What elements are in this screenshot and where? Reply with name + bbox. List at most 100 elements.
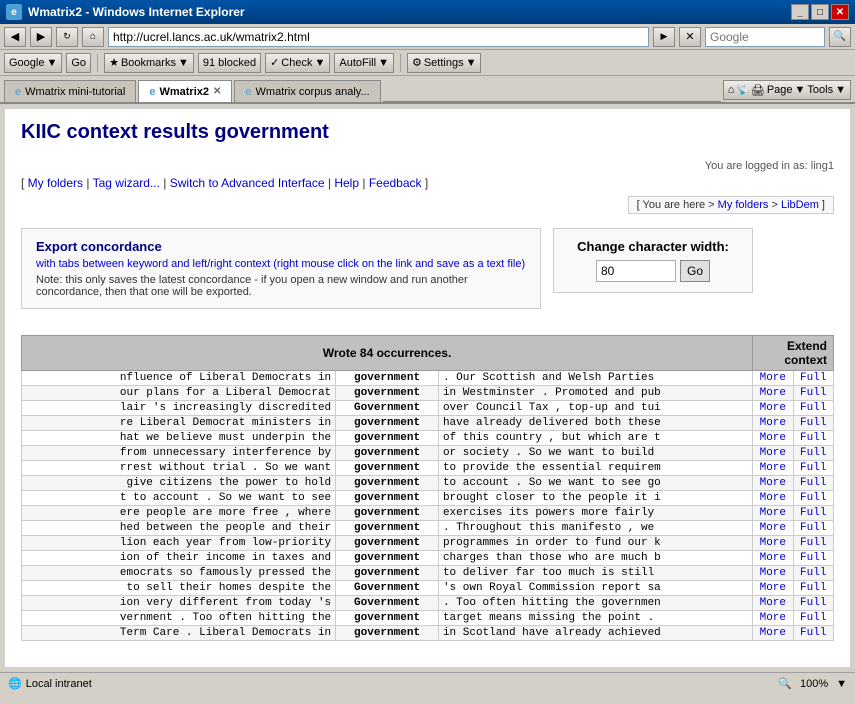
minimize-button[interactable]: _ (791, 4, 809, 20)
forward-button[interactable]: ▶ (30, 27, 52, 47)
row-keyword-3: government (336, 416, 439, 431)
window-controls: _ □ ✕ (791, 4, 849, 20)
autofill-dropdown-icon: ▼ (378, 57, 389, 69)
tools-dropdown: ▼ (835, 84, 846, 96)
feedback-link[interactable]: Feedback (369, 176, 422, 190)
settings-button[interactable]: ⚙ Settings ▼ (407, 53, 482, 73)
row-more-10[interactable]: More (753, 521, 793, 536)
row-left-12: ion of their income in taxes and (22, 551, 336, 566)
row-full-15[interactable]: Full (793, 596, 833, 611)
row-keyword-6: government (336, 461, 439, 476)
row-more-12[interactable]: More (753, 551, 793, 566)
table-row: lair 's increasingly discredited Governm… (22, 401, 834, 416)
status-right: 🔍 100% ▼ (778, 677, 847, 690)
row-right-3: have already delivered both these (438, 416, 752, 431)
page-tools[interactable]: ⌂ 📡 🖨 Page ▼ Tools ▼ (723, 80, 851, 100)
char-width-input[interactable] (596, 260, 676, 282)
go-button[interactable]: ▶ (653, 27, 675, 47)
row-full-2[interactable]: Full (793, 401, 833, 416)
help-link[interactable]: Help (334, 176, 359, 190)
row-more-2[interactable]: More (753, 401, 793, 416)
char-width-input-group: Go (568, 260, 738, 282)
extend-header: Extend context (753, 336, 834, 371)
my-folders-link[interactable]: My folders (28, 176, 83, 190)
autofill-button[interactable]: AutoFill ▼ (334, 53, 394, 73)
row-right-8: brought closer to the people it i (438, 491, 752, 506)
row-full-4[interactable]: Full (793, 431, 833, 446)
tab-2[interactable]: e Wmatrix corpus analy... (234, 80, 380, 102)
breadcrumb-separator: > (771, 199, 777, 211)
row-more-16[interactable]: More (753, 611, 793, 626)
row-more-7[interactable]: More (753, 476, 793, 491)
export-link[interactable]: with tabs between keyword and left/right… (36, 258, 525, 270)
row-full-9[interactable]: Full (793, 506, 833, 521)
row-full-5[interactable]: Full (793, 446, 833, 461)
row-more-15[interactable]: More (753, 596, 793, 611)
google-toolbar[interactable]: Google ▼ (4, 53, 62, 73)
tab-1[interactable]: e Wmatrix2 ✕ (138, 80, 232, 102)
row-full-10[interactable]: Full (793, 521, 833, 536)
char-width-go-button[interactable]: Go (680, 260, 710, 282)
maximize-button[interactable]: □ (811, 4, 829, 20)
refresh-stop-button[interactable]: ✕ (679, 27, 701, 47)
row-more-8[interactable]: More (753, 491, 793, 506)
tab-0[interactable]: e Wmatrix mini-tutorial (4, 80, 136, 102)
breadcrumb-folders-link[interactable]: My folders (718, 199, 769, 211)
row-keyword-13: government (336, 566, 439, 581)
bookmarks-button[interactable]: ★ Bookmarks ▼ (104, 53, 194, 73)
switch-interface-link[interactable]: Switch to Advanced Interface (170, 176, 325, 190)
export-section: Export concordance with tabs between key… (21, 228, 541, 309)
row-keyword-9: government (336, 506, 439, 521)
tab-close-1[interactable]: ✕ (213, 86, 221, 97)
row-more-3[interactable]: More (753, 416, 793, 431)
row-more-17[interactable]: More (753, 626, 793, 641)
row-right-5: or society . So we want to build (438, 446, 752, 461)
row-more-13[interactable]: More (753, 566, 793, 581)
page-label: Page (767, 84, 793, 96)
row-more-6[interactable]: More (753, 461, 793, 476)
row-more-11[interactable]: More (753, 536, 793, 551)
check-button[interactable]: ✓ Check ▼ (265, 53, 330, 73)
refresh-button[interactable]: ↻ (56, 27, 78, 47)
row-keyword-12: government (336, 551, 439, 566)
row-full-16[interactable]: Full (793, 611, 833, 626)
row-full-6[interactable]: Full (793, 461, 833, 476)
tag-wizard-link[interactable]: Tag wizard... (93, 176, 160, 190)
table-row: t to account . So we want to see governm… (22, 491, 834, 506)
search-go-button[interactable]: 🔍 (829, 27, 851, 47)
row-full-8[interactable]: Full (793, 491, 833, 506)
row-full-13[interactable]: Full (793, 566, 833, 581)
close-button[interactable]: ✕ (831, 4, 849, 20)
row-full-11[interactable]: Full (793, 536, 833, 551)
row-left-0: nfluence of Liberal Democrats in (22, 371, 336, 386)
row-full-14[interactable]: Full (793, 581, 833, 596)
row-full-17[interactable]: Full (793, 626, 833, 641)
tab-spacer (383, 101, 721, 102)
row-more-9[interactable]: More (753, 506, 793, 521)
row-full-7[interactable]: Full (793, 476, 833, 491)
zoom-icon: 🔍 (778, 677, 792, 690)
row-keyword-17: government (336, 626, 439, 641)
row-right-1: in Westminster . Promoted and pub (438, 386, 752, 401)
blocked-button[interactable]: 91 blocked (198, 53, 261, 73)
row-more-1[interactable]: More (753, 386, 793, 401)
check-dropdown-icon: ▼ (314, 57, 325, 69)
home-button[interactable]: ⌂ (82, 27, 104, 47)
breadcrumb-label: You are here > (643, 199, 715, 211)
row-full-3[interactable]: Full (793, 416, 833, 431)
go-toolbar-button[interactable]: Go (66, 53, 91, 73)
row-more-4[interactable]: More (753, 431, 793, 446)
row-more-5[interactable]: More (753, 446, 793, 461)
row-more-14[interactable]: More (753, 581, 793, 596)
search-input[interactable] (710, 30, 820, 44)
row-full-12[interactable]: Full (793, 551, 833, 566)
row-full-0[interactable]: Full (793, 371, 833, 386)
breadcrumb-libdem-link[interactable]: LibDem (781, 199, 819, 211)
row-more-0[interactable]: More (753, 371, 793, 386)
row-full-1[interactable]: Full (793, 386, 833, 401)
globe-icon: 🌐 (8, 677, 22, 690)
row-right-10: . Throughout this manifesto , we (438, 521, 752, 536)
tab-label-2: Wmatrix corpus analy... (256, 86, 370, 98)
back-button[interactable]: ◀ (4, 27, 26, 47)
url-input[interactable] (113, 30, 644, 44)
